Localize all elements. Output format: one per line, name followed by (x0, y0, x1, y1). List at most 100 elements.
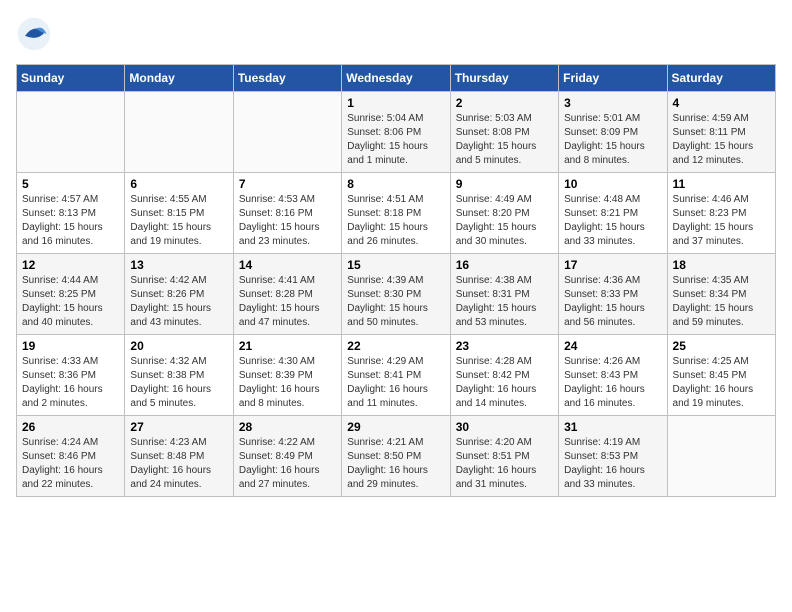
calendar-cell: 17 Sunrise: 4:36 AM Sunset: 8:33 PM Dayli… (559, 254, 667, 335)
day-number: 9 (456, 177, 553, 191)
day-info: Sunrise: 5:04 AM Sunset: 8:06 PM Dayligh… (347, 112, 444, 168)
day-number: 18 (673, 258, 770, 272)
day-number: 11 (673, 177, 770, 191)
calendar-header-monday: Monday (125, 65, 233, 92)
day-info: Sunrise: 4:20 AM Sunset: 8:51 PM Dayligh… (456, 436, 553, 492)
day-info: Sunrise: 4:39 AM Sunset: 8:30 PM Dayligh… (347, 274, 444, 330)
day-info: Sunrise: 4:48 AM Sunset: 8:21 PM Dayligh… (564, 193, 661, 249)
calendar-cell: 24 Sunrise: 4:26 AM Sunset: 8:43 PM Dayli… (559, 335, 667, 416)
calendar-cell: 5Sunrise: 4:57 AM Sunset: 8:13 PM Daylig… (17, 173, 125, 254)
calendar-cell: 19 Sunrise: 4:33 AM Sunset: 8:36 PM Dayli… (17, 335, 125, 416)
day-info: Sunrise: 4:51 AM Sunset: 8:18 PM Dayligh… (347, 193, 444, 249)
calendar-cell: 26 Sunrise: 4:24 AM Sunset: 8:46 PM Dayli… (17, 416, 125, 497)
day-info: Sunrise: 4:28 AM Sunset: 8:42 PM Dayligh… (456, 355, 553, 411)
calendar-cell: 28 Sunrise: 4:22 AM Sunset: 8:49 PM Dayli… (233, 416, 341, 497)
day-info: Sunrise: 4:41 AM Sunset: 8:28 PM Dayligh… (239, 274, 336, 330)
day-info: Sunrise: 4:57 AM Sunset: 8:13 PM Dayligh… (22, 193, 119, 249)
day-number: 23 (456, 339, 553, 353)
day-number: 14 (239, 258, 336, 272)
day-info: Sunrise: 4:25 AM Sunset: 8:45 PM Dayligh… (673, 355, 770, 411)
day-number: 28 (239, 420, 336, 434)
day-info: Sunrise: 4:46 AM Sunset: 8:23 PM Dayligh… (673, 193, 770, 249)
calendar-cell: 23 Sunrise: 4:28 AM Sunset: 8:42 PM Dayli… (450, 335, 558, 416)
calendar-header-thursday: Thursday (450, 65, 558, 92)
day-number: 29 (347, 420, 444, 434)
day-info: Sunrise: 4:55 AM Sunset: 8:15 PM Dayligh… (130, 193, 227, 249)
day-info: Sunrise: 4:59 AM Sunset: 8:11 PM Dayligh… (673, 112, 770, 168)
day-info: Sunrise: 4:26 AM Sunset: 8:43 PM Dayligh… (564, 355, 661, 411)
day-info: Sunrise: 4:22 AM Sunset: 8:49 PM Dayligh… (239, 436, 336, 492)
day-number: 25 (673, 339, 770, 353)
calendar-cell: 1 Sunrise: 5:04 AM Sunset: 8:06 PM Daylig… (342, 92, 450, 173)
day-info: Sunrise: 4:19 AM Sunset: 8:53 PM Dayligh… (564, 436, 661, 492)
calendar-week-1: 1 Sunrise: 5:04 AM Sunset: 8:06 PM Daylig… (17, 92, 776, 173)
calendar-cell: 16Sunrise: 4:38 AM Sunset: 8:31 PM Dayli… (450, 254, 558, 335)
day-number: 31 (564, 420, 661, 434)
day-info: Sunrise: 4:36 AM Sunset: 8:33 PM Dayligh… (564, 274, 661, 330)
calendar-week-2: 5Sunrise: 4:57 AM Sunset: 8:13 PM Daylig… (17, 173, 776, 254)
day-info: Sunrise: 4:35 AM Sunset: 8:34 PM Dayligh… (673, 274, 770, 330)
day-info: Sunrise: 4:49 AM Sunset: 8:20 PM Dayligh… (456, 193, 553, 249)
day-number: 13 (130, 258, 227, 272)
calendar-cell: 13 Sunrise: 4:42 AM Sunset: 8:26 PM Dayli… (125, 254, 233, 335)
day-info: Sunrise: 4:44 AM Sunset: 8:25 PM Dayligh… (22, 274, 119, 330)
calendar-cell: 31 Sunrise: 4:19 AM Sunset: 8:53 PM Dayli… (559, 416, 667, 497)
day-number: 2 (456, 96, 553, 110)
day-number: 12 (22, 258, 119, 272)
logo-icon (16, 16, 52, 52)
day-info: Sunrise: 4:33 AM Sunset: 8:36 PM Dayligh… (22, 355, 119, 411)
day-number: 22 (347, 339, 444, 353)
calendar-cell: 10 Sunrise: 4:48 AM Sunset: 8:21 PM Dayli… (559, 173, 667, 254)
calendar-header-tuesday: Tuesday (233, 65, 341, 92)
calendar-cell: 7 Sunrise: 4:53 AM Sunset: 8:16 PM Daylig… (233, 173, 341, 254)
calendar-cell: 18 Sunrise: 4:35 AM Sunset: 8:34 PM Dayli… (667, 254, 775, 335)
day-info: Sunrise: 4:53 AM Sunset: 8:16 PM Dayligh… (239, 193, 336, 249)
calendar-table: SundayMondayTuesdayWednesdayThursdayFrid… (16, 64, 776, 497)
day-number: 21 (239, 339, 336, 353)
calendar-cell: 3Sunrise: 5:01 AM Sunset: 8:09 PM Daylig… (559, 92, 667, 173)
day-info: Sunrise: 4:42 AM Sunset: 8:26 PM Dayligh… (130, 274, 227, 330)
page-header (16, 16, 776, 52)
day-number: 15 (347, 258, 444, 272)
calendar-cell (667, 416, 775, 497)
day-number: 26 (22, 420, 119, 434)
day-number: 10 (564, 177, 661, 191)
day-info: Sunrise: 4:38 AM Sunset: 8:31 PM Dayligh… (456, 274, 553, 330)
calendar-header-friday: Friday (559, 65, 667, 92)
day-info: Sunrise: 4:24 AM Sunset: 8:46 PM Dayligh… (22, 436, 119, 492)
day-number: 27 (130, 420, 227, 434)
day-info: Sunrise: 4:30 AM Sunset: 8:39 PM Dayligh… (239, 355, 336, 411)
day-number: 1 (347, 96, 444, 110)
calendar-week-4: 19 Sunrise: 4:33 AM Sunset: 8:36 PM Dayli… (17, 335, 776, 416)
day-number: 3 (564, 96, 661, 110)
day-info: Sunrise: 4:23 AM Sunset: 8:48 PM Dayligh… (130, 436, 227, 492)
calendar-header-wednesday: Wednesday (342, 65, 450, 92)
day-number: 6 (130, 177, 227, 191)
calendar-cell: 8Sunrise: 4:51 AM Sunset: 8:18 PM Daylig… (342, 173, 450, 254)
calendar-cell: 6 Sunrise: 4:55 AM Sunset: 8:15 PM Daylig… (125, 173, 233, 254)
calendar-week-5: 26 Sunrise: 4:24 AM Sunset: 8:46 PM Dayli… (17, 416, 776, 497)
day-info: Sunrise: 4:32 AM Sunset: 8:38 PM Dayligh… (130, 355, 227, 411)
calendar-cell: 11 Sunrise: 4:46 AM Sunset: 8:23 PM Dayli… (667, 173, 775, 254)
day-number: 19 (22, 339, 119, 353)
calendar-cell: 4Sunrise: 4:59 AM Sunset: 8:11 PM Daylig… (667, 92, 775, 173)
calendar-cell: 20 Sunrise: 4:32 AM Sunset: 8:38 PM Dayli… (125, 335, 233, 416)
calendar-header-saturday: Saturday (667, 65, 775, 92)
calendar-cell: 9 Sunrise: 4:49 AM Sunset: 8:20 PM Daylig… (450, 173, 558, 254)
day-number: 20 (130, 339, 227, 353)
calendar-cell: 29 Sunrise: 4:21 AM Sunset: 8:50 PM Dayli… (342, 416, 450, 497)
calendar-cell: 30Sunrise: 4:20 AM Sunset: 8:51 PM Dayli… (450, 416, 558, 497)
calendar-cell: 22Sunrise: 4:29 AM Sunset: 8:41 PM Dayli… (342, 335, 450, 416)
day-number: 7 (239, 177, 336, 191)
calendar-cell: 14 Sunrise: 4:41 AM Sunset: 8:28 PM Dayli… (233, 254, 341, 335)
calendar-cell: 12 Sunrise: 4:44 AM Sunset: 8:25 PM Dayli… (17, 254, 125, 335)
logo (16, 16, 56, 52)
day-number: 17 (564, 258, 661, 272)
calendar-cell: 27 Sunrise: 4:23 AM Sunset: 8:48 PM Dayli… (125, 416, 233, 497)
calendar-week-3: 12 Sunrise: 4:44 AM Sunset: 8:25 PM Dayli… (17, 254, 776, 335)
calendar-cell: 15 Sunrise: 4:39 AM Sunset: 8:30 PM Dayli… (342, 254, 450, 335)
calendar-cell: 21 Sunrise: 4:30 AM Sunset: 8:39 PM Dayli… (233, 335, 341, 416)
day-info: Sunrise: 4:21 AM Sunset: 8:50 PM Dayligh… (347, 436, 444, 492)
day-number: 24 (564, 339, 661, 353)
calendar-cell: 2Sunrise: 5:03 AM Sunset: 8:08 PM Daylig… (450, 92, 558, 173)
